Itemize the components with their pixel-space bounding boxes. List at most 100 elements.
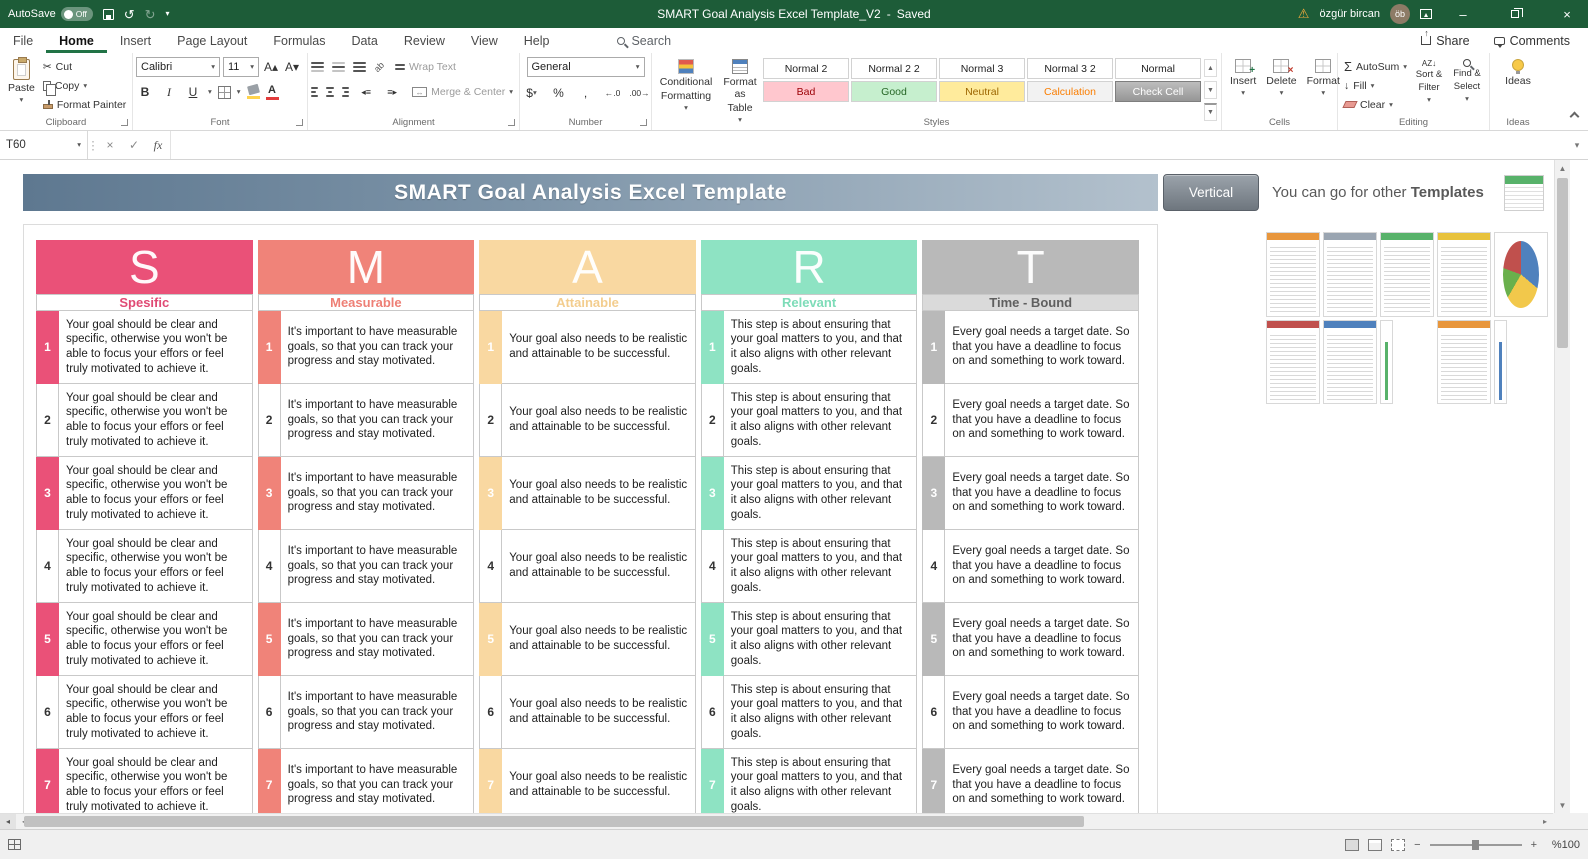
increase-indent-button[interactable]: ≡▸ (383, 82, 401, 102)
goal-text-cell[interactable]: Every goal needs a target date. So that … (945, 603, 1139, 676)
row-number-cell[interactable]: 4 (922, 530, 946, 603)
goal-text-cell[interactable]: Your goal also needs to be realistic and… (502, 457, 696, 530)
row-number-cell[interactable]: 6 (257, 676, 281, 749)
template-thumbnail[interactable] (1437, 319, 1491, 404)
template-thumbnail[interactable] (1323, 319, 1377, 404)
decrease-decimal-button[interactable]: .00→ (629, 83, 649, 103)
row-number-cell[interactable]: 3 (922, 457, 946, 530)
row-number-cell[interactable]: 5 (36, 603, 59, 676)
goal-text-cell[interactable]: This step is about ensuring that your go… (723, 603, 918, 676)
minimize-button[interactable]: – (1442, 0, 1484, 28)
font-name-select[interactable]: Calibri ▾ (136, 57, 220, 77)
row-number-cell[interactable]: 7 (700, 749, 724, 813)
paste-button[interactable]: Paste ▾ (3, 57, 40, 106)
tab-page-layout[interactable]: Page Layout (164, 28, 260, 53)
increase-decimal-button[interactable]: ←.0 (604, 83, 622, 103)
goal-text-cell[interactable]: It's important to have measurable goals,… (280, 384, 475, 457)
row-number-cell[interactable]: 5 (479, 603, 503, 676)
style-chip-good[interactable]: Good (851, 81, 937, 102)
template-thumbnail[interactable] (1323, 232, 1377, 317)
row-number-cell[interactable]: 7 (36, 749, 59, 813)
align-center-button[interactable] (326, 87, 334, 97)
style-chip-calculation[interactable]: Calculation (1027, 81, 1113, 102)
scroll-down-icon[interactable]: ▼ (1555, 797, 1570, 813)
number-dialog-launcher[interactable] (640, 119, 647, 126)
horizontal-scroll-thumb[interactable] (24, 816, 1084, 827)
underline-button[interactable]: U (184, 82, 202, 102)
row-number-cell[interactable]: 4 (479, 530, 503, 603)
goal-text-cell[interactable]: It's important to have measurable goals,… (280, 603, 475, 676)
autosave-toggle[interactable]: AutoSave Off (8, 7, 93, 21)
goal-text-cell[interactable]: Your goal should be clear and specific, … (59, 457, 253, 530)
confirm-entry-icon[interactable]: ✓ (122, 131, 146, 159)
goal-text-cell[interactable]: Every goal needs a target date. So that … (945, 676, 1139, 749)
goal-text-cell[interactable]: Every goal needs a target date. So that … (945, 749, 1139, 813)
comments-button[interactable]: Comments (1493, 34, 1570, 48)
autosave-switch-icon[interactable]: Off (60, 7, 93, 21)
formula-input[interactable] (170, 131, 1566, 159)
vertical-scrollbar[interactable]: ▲ ▼ (1554, 160, 1570, 813)
save-icon[interactable] (102, 8, 114, 20)
zoom-slider[interactable] (1429, 839, 1522, 850)
gallery-up-icon[interactable]: ▲ (1204, 59, 1217, 77)
row-number-cell[interactable]: 3 (36, 457, 59, 530)
goal-text-cell[interactable]: This step is about ensuring that your go… (723, 749, 918, 813)
ideas-button[interactable]: Ideas (1493, 57, 1543, 89)
row-number-cell[interactable]: 1 (36, 311, 59, 384)
avatar[interactable]: öb (1390, 4, 1410, 24)
find-select-button[interactable]: Find & Select ▾ (1448, 57, 1486, 104)
style-chip-normal-2[interactable]: Normal 2 (763, 58, 849, 79)
goal-text-cell[interactable]: This step is about ensuring that your go… (723, 530, 918, 603)
row-number-cell[interactable]: 6 (479, 676, 503, 749)
vertical-button[interactable]: Vertical (1163, 174, 1259, 211)
goal-text-cell[interactable]: Your goal should be clear and specific, … (59, 603, 253, 676)
row-number-cell[interactable]: 6 (36, 676, 59, 749)
cut-button[interactable]: ✂ Cut (40, 57, 129, 76)
goal-text-cell[interactable]: Your goal should be clear and specific, … (59, 384, 253, 457)
align-left-button[interactable] (311, 87, 319, 97)
gallery-down-icon[interactable]: ▼ (1204, 81, 1217, 99)
row-number-cell[interactable]: 1 (700, 311, 724, 384)
normal-view-button[interactable] (1345, 838, 1360, 851)
row-number-cell[interactable]: 7 (257, 749, 281, 813)
templates-logo[interactable] (1504, 175, 1544, 211)
style-chip-neutral[interactable]: Neutral (939, 81, 1025, 102)
row-number-cell[interactable]: 2 (479, 384, 503, 457)
row-number-cell[interactable]: 1 (922, 311, 946, 384)
goal-text-cell[interactable]: It's important to have measurable goals,… (280, 749, 475, 813)
goal-text-cell[interactable]: This step is about ensuring that your go… (723, 457, 918, 530)
restore-button[interactable] (1494, 0, 1536, 28)
font-dialog-launcher[interactable] (296, 119, 303, 126)
template-thumbnail[interactable] (1494, 232, 1548, 317)
font-size-select[interactable]: 11 ▾ (223, 57, 259, 77)
close-button[interactable]: × (1546, 0, 1588, 28)
align-right-button[interactable] (341, 87, 350, 97)
row-number-cell[interactable]: 3 (257, 457, 281, 530)
goal-text-cell[interactable]: It's important to have measurable goals,… (280, 676, 475, 749)
goal-text-cell[interactable]: This step is about ensuring that your go… (723, 384, 918, 457)
number-format-select[interactable]: General ▾ (526, 57, 645, 77)
increase-font-size-button[interactable]: A▴ (262, 57, 280, 77)
name-box[interactable]: T60 ▾ (0, 131, 88, 159)
row-number-cell[interactable]: 4 (257, 530, 281, 603)
formula-bar-expand-icon[interactable]: ▾ (1566, 131, 1588, 159)
goal-text-cell[interactable]: It's important to have measurable goals,… (280, 311, 475, 384)
bold-button[interactable]: B (136, 82, 154, 102)
sort-filter-button[interactable]: AZ↓ Sort & Filter ▾ (1410, 57, 1448, 106)
align-top-button[interactable] (311, 61, 324, 72)
align-bottom-button[interactable] (353, 61, 366, 72)
tab-file[interactable]: File (0, 28, 46, 53)
style-chip-normal-3-2[interactable]: Normal 3 2 (1027, 58, 1113, 79)
horizontal-scrollbar[interactable]: ◂ ◂ ▸ (0, 813, 1553, 829)
fill-color-button[interactable] (246, 83, 260, 99)
goal-text-cell[interactable]: It's important to have measurable goals,… (280, 530, 475, 603)
row-number-cell[interactable]: 6 (922, 676, 946, 749)
tab-data[interactable]: Data (338, 28, 390, 53)
template-thumbnail[interactable] (1266, 319, 1320, 404)
row-number-cell[interactable]: 2 (257, 384, 281, 457)
zoom-out-button[interactable]: − (1414, 839, 1420, 851)
scroll-right-icon[interactable]: ▸ (1537, 817, 1553, 826)
goal-text-cell[interactable]: Every goal needs a target date. So that … (945, 530, 1139, 603)
cancel-entry-icon[interactable]: × (98, 131, 122, 159)
row-number-cell[interactable]: 2 (700, 384, 724, 457)
